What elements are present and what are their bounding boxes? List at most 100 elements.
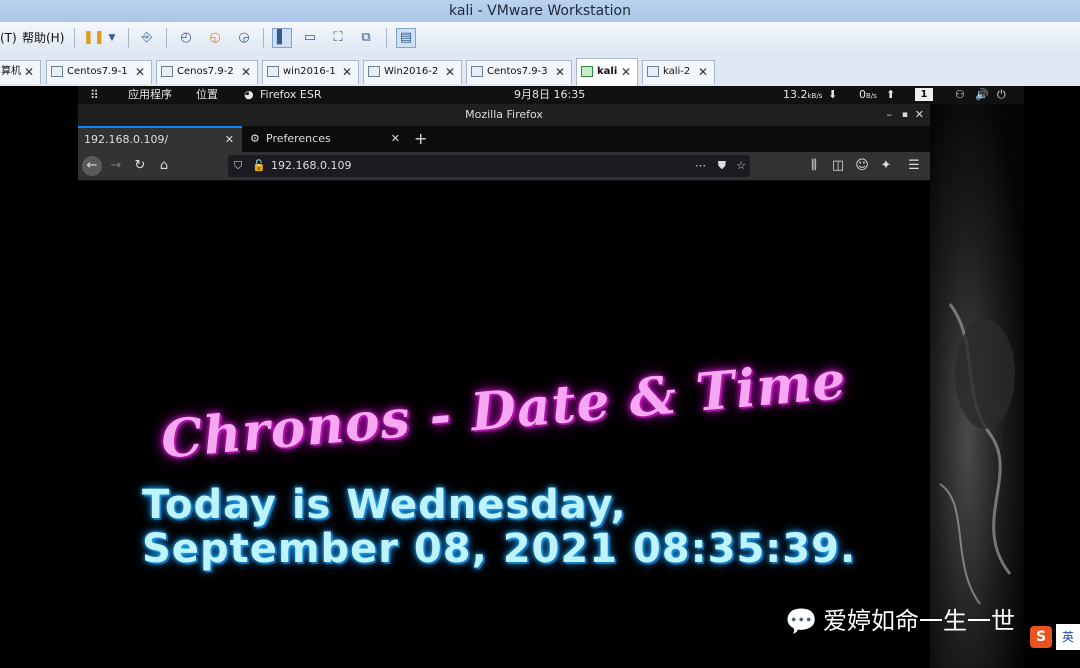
vm-tab-cenos7.9-2[interactable]: Cenos7.9-2 ✕ bbox=[156, 60, 258, 84]
new-tab-button[interactable]: + bbox=[414, 126, 430, 152]
vm-tab-win2016-1[interactable]: win2016-1 ✕ bbox=[262, 60, 359, 84]
close-icon[interactable]: ✕ bbox=[225, 128, 234, 152]
vm-tab-centos7.9-1[interactable]: Centos7.9-1 ✕ bbox=[46, 60, 152, 84]
tab-label: 192.168.0.109/ bbox=[84, 133, 169, 146]
sidebar-view-icon[interactable]: ▌ bbox=[272, 28, 292, 48]
extension-icon[interactable]: ✦ bbox=[876, 156, 896, 176]
url-bar[interactable]: ⛉ 🔓 192.168.0.109 ⋯ ⛊ ☆ bbox=[228, 155, 750, 177]
close-icon[interactable]: ✕ bbox=[391, 126, 400, 152]
vm-tab-computer[interactable]: 算机 ✕ bbox=[0, 60, 41, 84]
bookmark-star-icon[interactable]: ☆ bbox=[736, 155, 746, 177]
menu-help[interactable]: 帮助(H) bbox=[22, 22, 64, 54]
vm-tab-strip: 算机 ✕ Centos7.9-1 ✕ Cenos7.9-2 ✕ win2016-… bbox=[0, 54, 1080, 87]
vm-tab-kali-2[interactable]: kali-2 ✕ bbox=[642, 60, 715, 84]
account-icon[interactable]: ☺ bbox=[852, 156, 872, 176]
url-text[interactable]: 192.168.0.109 bbox=[271, 155, 351, 177]
firefox-window-title: Mozilla Firefox bbox=[465, 108, 543, 121]
vmware-toolbar: (T) 帮助(H) ❚❚ ▼ ⎆ ◴ ◵ ◶ ▌ ▭ ⛶ ⧉ ▤ bbox=[0, 22, 1080, 55]
vm-running-icon bbox=[581, 66, 593, 77]
library-icon[interactable]: ⫼ bbox=[804, 156, 824, 176]
close-icon[interactable]: ✕ bbox=[135, 61, 145, 83]
hamburger-menu-icon[interactable]: ☰ bbox=[904, 156, 924, 176]
power-icon[interactable]: ⏻ bbox=[997, 86, 1006, 104]
sidebar-icon[interactable]: ◫ bbox=[828, 156, 848, 176]
net-up-value: 0 bbox=[859, 88, 866, 101]
firefox-icon: ◕ bbox=[244, 88, 254, 101]
firefox-tab-strip: 192.168.0.109/ ✕ ⚙ Preferences ✕ + bbox=[78, 126, 930, 152]
sogou-ime-icon[interactable]: S bbox=[1030, 626, 1052, 648]
vm-tab-label: Centos7.9-1 bbox=[67, 66, 128, 77]
arrow-down-icon: ⬇ bbox=[828, 88, 838, 101]
toolbar-divider bbox=[74, 28, 75, 48]
wechat-icon: 💬 bbox=[785, 607, 818, 637]
date-line-2: September 08, 2021 08:35:39. bbox=[142, 526, 857, 572]
date-line-1: Today is Wednesday, bbox=[142, 482, 627, 528]
chevron-down-icon[interactable]: ▼ bbox=[102, 28, 122, 48]
vm-tab-centos7.9-3[interactable]: Centos7.9-3 ✕ bbox=[466, 60, 572, 84]
vm-icon bbox=[51, 66, 63, 77]
pocket-icon[interactable]: ⛊ bbox=[718, 155, 726, 177]
fullscreen-icon[interactable]: ⛶ bbox=[328, 28, 348, 48]
volume-icon[interactable]: 🔊 bbox=[975, 86, 989, 104]
firefox-tab-site[interactable]: 192.168.0.109/ ✕ bbox=[78, 126, 242, 152]
close-icon[interactable]: ✕ bbox=[241, 61, 251, 83]
vm-tab-kali[interactable]: kali ✕ bbox=[576, 58, 638, 86]
close-icon[interactable]: ✕ bbox=[555, 61, 565, 83]
close-icon[interactable]: ✕ bbox=[445, 61, 455, 83]
wallpaper-art bbox=[939, 303, 1015, 605]
workspace-indicator[interactable]: 1 bbox=[915, 88, 933, 101]
snapshot-icon[interactable]: ◴ bbox=[176, 28, 196, 48]
vm-tab-label: Win2016-2 bbox=[384, 66, 439, 77]
close-icon[interactable]: ✕ bbox=[342, 61, 352, 83]
ime-indicator[interactable]: S 英 bbox=[1030, 624, 1080, 650]
maximize-icon[interactable]: ▪ bbox=[902, 104, 908, 126]
insecure-lock-icon[interactable]: 🔓 bbox=[252, 155, 266, 177]
watermark-text: 爱婷如命一生一世 bbox=[823, 607, 1015, 635]
clock[interactable]: 9月8日 16:35 bbox=[514, 86, 585, 104]
net-up-speed: 0B/s bbox=[859, 86, 877, 105]
minimize-icon[interactable]: – bbox=[887, 104, 893, 126]
close-icon[interactable]: ✕ bbox=[698, 61, 708, 83]
vm-console-margin-right bbox=[1024, 86, 1080, 668]
net-down-speed: 13.2kB/s bbox=[783, 86, 822, 105]
back-button[interactable]: ← bbox=[82, 156, 102, 176]
library-view-icon[interactable]: ▤ bbox=[396, 28, 416, 48]
reload-button[interactable]: ↻ bbox=[130, 156, 150, 176]
unity-icon[interactable]: ⧉ bbox=[356, 28, 376, 48]
revert-snapshot-icon[interactable]: ◵ bbox=[205, 28, 225, 48]
toolbar-divider bbox=[386, 28, 387, 48]
applications-menu[interactable]: 应用程序 bbox=[128, 86, 172, 104]
vm-tab-label: kali bbox=[597, 66, 618, 77]
tab-label: Preferences bbox=[266, 132, 331, 145]
firefox-title-bar: Mozilla Firefox – ▪ ✕ bbox=[78, 104, 930, 126]
window-title: kali - VMware Workstation bbox=[449, 3, 631, 19]
app-grid-icon[interactable]: ⠿ bbox=[90, 86, 99, 104]
vm-icon bbox=[647, 66, 659, 77]
close-icon[interactable]: ✕ bbox=[915, 104, 924, 126]
pause-icon[interactable]: ❚❚ bbox=[82, 28, 105, 48]
vm-icon bbox=[267, 66, 279, 77]
send-ctrl-alt-del-icon[interactable]: ⎆ bbox=[137, 28, 157, 48]
home-button[interactable]: ⌂ bbox=[154, 156, 174, 176]
places-menu[interactable]: 位置 bbox=[196, 86, 218, 104]
close-icon[interactable]: ✕ bbox=[621, 59, 631, 85]
ime-mode-label[interactable]: 英 bbox=[1056, 624, 1080, 650]
forward-button[interactable]: → bbox=[106, 156, 126, 176]
menu-partial[interactable]: (T) bbox=[0, 22, 17, 54]
active-app-label[interactable]: Firefox ESR bbox=[260, 86, 321, 104]
firefox-tab-preferences[interactable]: ⚙ Preferences ✕ bbox=[242, 126, 408, 152]
snapshot-manager-icon[interactable]: ◶ bbox=[234, 28, 254, 48]
toolbar-divider bbox=[166, 28, 167, 48]
page-actions-icon[interactable]: ⋯ bbox=[695, 155, 706, 177]
net-up-unit: B/s bbox=[866, 92, 877, 100]
toolbar-divider bbox=[128, 28, 129, 48]
vmware-title-bar: kali - VMware Workstation bbox=[0, 0, 1080, 22]
vm-tab-win2016-2[interactable]: Win2016-2 ✕ bbox=[363, 60, 462, 84]
close-icon[interactable]: ✕ bbox=[24, 61, 34, 83]
shield-icon[interactable]: ⛉ bbox=[234, 155, 242, 177]
vm-console-margin-left bbox=[0, 86, 78, 668]
console-view-icon[interactable]: ▭ bbox=[300, 28, 320, 48]
vm-tab-label: win2016-1 bbox=[283, 66, 336, 77]
network-icon[interactable]: ⚇ bbox=[955, 86, 965, 104]
firefox-nav-bar: ← → ↻ ⌂ ⛉ 🔓 192.168.0.109 ⋯ ⛊ ☆ ⫼ ◫ ☺ ✦ … bbox=[78, 152, 930, 181]
